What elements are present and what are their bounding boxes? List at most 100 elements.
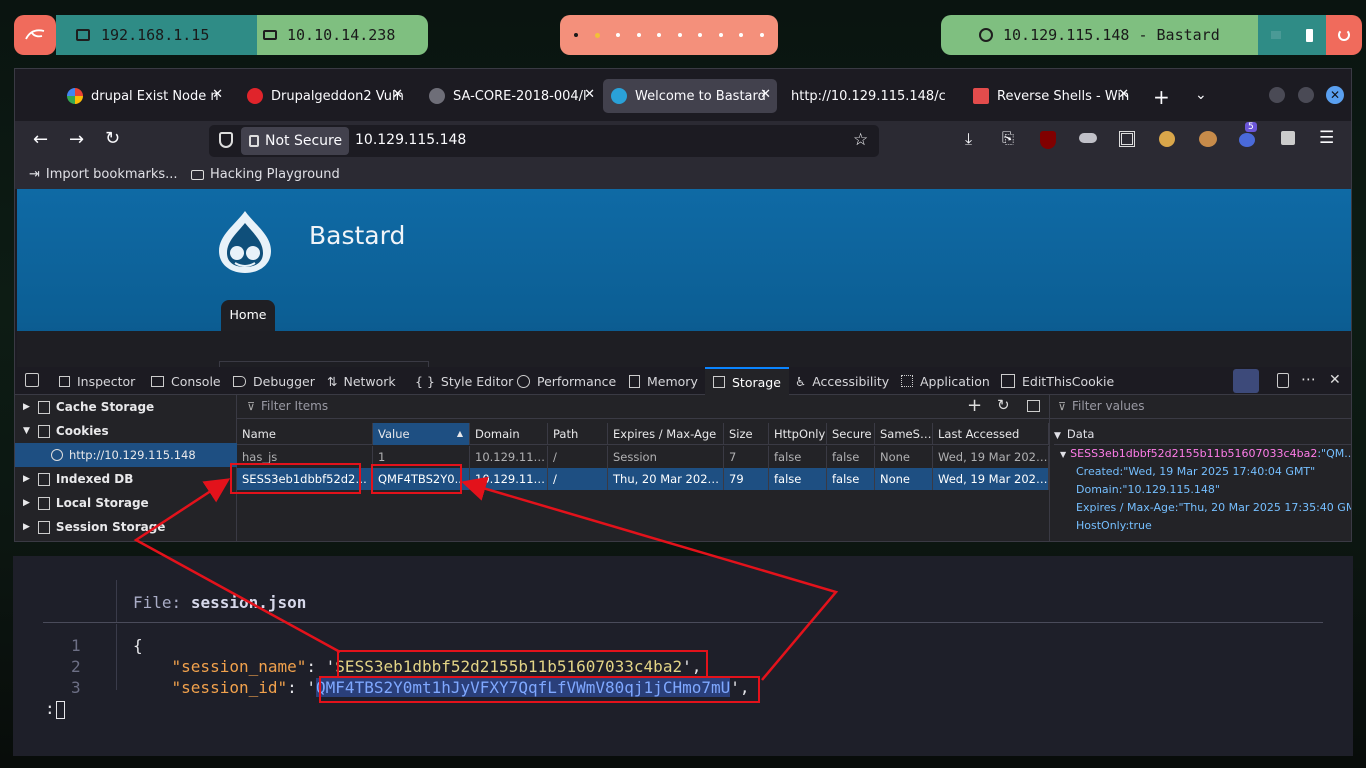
maximize-button[interactable] [1298,87,1314,103]
data-header[interactable]: ▼ Data [1054,423,1351,445]
devtools-tab-accessibility[interactable]: ♿ Accessibility [795,367,889,395]
workspace-dot[interactable] [739,33,744,37]
workspace-dot[interactable] [616,33,621,37]
sidebar-item-cookies[interactable]: ▼ Cookies [15,419,237,443]
extensions-puzzle-icon[interactable] [1281,131,1295,145]
column-header-expires-max-age[interactable]: Expires / Max-Age [608,423,724,445]
column-header-samesite[interactable]: SameSite [875,423,933,445]
power-button[interactable] [1326,15,1362,55]
shell-prompt[interactable]: : [45,699,65,719]
list-tabs-chevron-icon[interactable]: ⌄ [1195,87,1207,103]
laptop-icon [263,30,277,40]
workspace-dot[interactable] [636,33,641,37]
drupal-logo[interactable] [215,209,275,275]
shield-icon[interactable] [219,132,233,148]
qr-code-icon[interactable] [1119,131,1135,147]
tab-sa-core[interactable]: SA-CORE-2018-004/l ✕ [421,79,601,113]
tab-drupalgeddon2[interactable]: Drupalgeddon2 Vuln ✕ [239,79,409,113]
data-field[interactable]: Domain:"10.129.115.148" [1076,481,1220,499]
tab-welcome-bastard[interactable]: Welcome to Bastard ✕ [603,79,777,113]
column-header-last-accessed[interactable]: Last Accessed [933,423,1049,445]
devtools-tab-style-editor[interactable]: { } Style Editor [415,367,513,395]
toggle-sidebar-icon[interactable] [1027,400,1040,412]
devtools-tab-application[interactable]: Application [901,367,990,395]
column-header-domain[interactable]: Domain [470,423,548,445]
devtools-tab-memory[interactable]: Memory [629,367,698,395]
close-devtools-icon[interactable]: ✕ [1329,372,1341,388]
grid-icon [901,375,913,387]
column-header-path[interactable]: Path [548,423,608,445]
devtools-tab-debugger[interactable]: Debugger [233,367,315,395]
column-header-httponly[interactable]: HttpOnly [769,423,827,445]
url-text[interactable]: 10.129.115.148 [355,132,466,148]
share-icon[interactable]: ⎘ [1002,129,1014,147]
workspace-dot[interactable] [657,33,662,37]
site-name[interactable]: Bastard [309,221,405,250]
nav-home-tab[interactable]: Home [221,300,275,331]
security-badge[interactable]: Not Secure [241,127,349,155]
wappalyzer-icon[interactable] [1239,133,1255,147]
workspace-dot[interactable] [677,33,682,37]
sidebar-item-cookie-host[interactable]: http://10.129.115.148 [15,443,237,467]
sidebar-item-indexed-db[interactable]: ▶ Indexed DB [15,467,237,491]
back-arrow-icon[interactable]: ← [33,129,48,150]
devtools-tab-storage[interactable]: Storage [705,367,789,395]
devtools-tab-editthiscookie[interactable]: EditThisCookie [1001,367,1114,395]
tab-reverse-shells[interactable]: Reverse Shells - Win ✕ [965,79,1135,113]
downloads-icon[interactable]: ⤓ [965,129,972,149]
element-picker-icon[interactable] [25,373,39,387]
column-header-name[interactable]: Name [237,423,373,445]
more-options-icon[interactable]: ⋯ [1301,370,1316,388]
add-item-icon[interactable]: + [967,395,982,416]
filter-items-input[interactable]: Filter Items [261,399,328,413]
workspace-dot[interactable] [698,33,703,37]
minimize-button[interactable] [1269,87,1285,103]
devtools-tab-console[interactable]: Console [151,367,221,395]
close-tab-icon[interactable]: ✕ [1118,87,1129,102]
close-tab-icon[interactable]: ✕ [212,87,223,102]
devtools-extension-icon[interactable] [1233,369,1259,393]
url-bar[interactable]: Not Secure 10.129.115.148 ☆ [209,125,879,157]
devtools-tab-inspector[interactable]: Inspector [59,367,135,395]
close-tab-icon[interactable]: ✕ [584,87,595,102]
column-header-secure[interactable]: Secure [827,423,875,445]
filter-values-input[interactable]: Filter values [1072,399,1145,413]
refresh-icon[interactable]: ↻ [997,396,1010,414]
bookmark-star-icon[interactable]: ☆ [853,130,868,150]
close-tab-icon[interactable]: ✕ [392,87,403,102]
hacking-playground-folder[interactable]: Hacking Playground [191,167,340,182]
data-cookie-key[interactable]: ▼ SESS3eb1dbbf52d2155b11b51607033c4ba2:"Q… [1060,445,1351,463]
close-tab-icon[interactable]: ✕ [760,87,771,102]
workspace-dot-active[interactable] [594,32,600,38]
workspace-dot[interactable] [718,33,723,37]
extension-glasses-icon[interactable] [1079,133,1097,143]
cookie-icon[interactable] [1159,131,1175,147]
forward-arrow-icon[interactable]: → [69,129,84,150]
tab-target-url[interactable]: http://10.129.115.148/c [783,79,963,113]
sidebar-item-session-storage[interactable]: ▶ Session Storage [15,515,237,539]
workspace-dot[interactable] [574,33,579,37]
tab-drupal-exist-node[interactable]: drupal Exist Node n ✕ [59,79,229,113]
ublock-icon[interactable] [1040,131,1056,149]
workspace-dot[interactable] [759,33,764,37]
kali-menu-button[interactable] [14,15,56,55]
data-field[interactable]: HostOnly:true [1076,517,1152,535]
column-header-size[interactable]: Size [724,423,769,445]
data-field[interactable]: Created:"Wed, 19 Mar 2025 17:40:04 GMT" [1076,463,1315,481]
column-header-value[interactable]: Value ▲ [373,423,470,445]
globe-icon [51,449,63,461]
devtools-tab-network[interactable]: ⇅ Network [327,367,396,395]
new-tab-button[interactable]: + [1153,85,1170,109]
data-field[interactable]: Expires / Max-Age:"Thu, 20 Mar 2025 17:3… [1076,499,1351,517]
sidebar-item-cache-storage[interactable]: ▶ Cache Storage [15,395,237,419]
close-window-button[interactable]: ✕ [1326,86,1344,104]
reload-icon[interactable]: ↻ [105,128,120,149]
sidebar-item-local-storage[interactable]: ▶ Local Storage [15,491,237,515]
responsive-design-icon[interactable] [1277,373,1289,388]
devtools-tab-performance[interactable]: Performance [517,367,616,395]
volume-icon[interactable] [1270,31,1281,39]
import-bookmarks-link[interactable]: ⇥ Import bookmarks... [29,167,178,182]
extension-badge-icon[interactable] [1199,131,1217,147]
workspace-switcher[interactable] [560,15,778,55]
hamburger-menu-icon[interactable]: ☰ [1319,128,1334,148]
